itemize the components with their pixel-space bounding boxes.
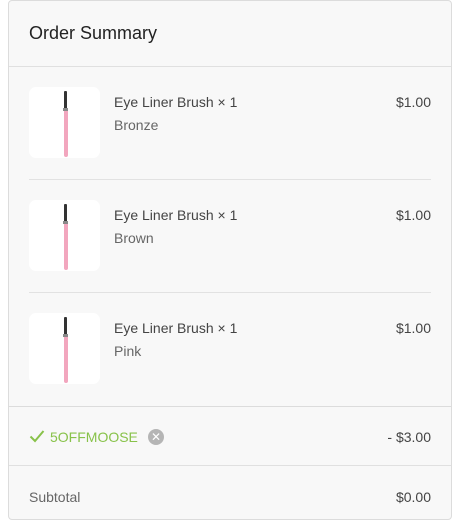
- item-title: Eye Liner Brush × 1: [114, 94, 237, 110]
- product-thumbnail: [29, 313, 100, 384]
- item-name: Eye Liner Brush: [114, 207, 214, 223]
- item-title: Eye Liner Brush × 1: [114, 320, 237, 336]
- subtotal-label: Subtotal: [29, 489, 81, 505]
- product-thumbnail: [29, 200, 100, 271]
- item-variant: Bronze: [114, 117, 159, 133]
- item-title: Eye Liner Brush × 1: [114, 207, 237, 223]
- line-item: Eye Liner Brush × 1 Bronze $1.00: [29, 67, 431, 180]
- order-summary-panel: Order Summary Eye Liner Brush × 1 Bronze…: [8, 0, 452, 520]
- item-price: $1.00: [395, 94, 431, 110]
- line-item: Eye Liner Brush × 1 Pink $1.00: [29, 293, 431, 406]
- check-icon: [29, 430, 45, 443]
- order-summary-title: Order Summary: [9, 1, 451, 67]
- item-name: Eye Liner Brush: [114, 94, 214, 110]
- line-item: Eye Liner Brush × 1 Brown $1.00: [29, 180, 431, 293]
- item-variant: Brown: [114, 230, 154, 246]
- item-quantity: × 1: [217, 207, 238, 223]
- item-variant: Pink: [114, 343, 142, 359]
- item-price: $1.00: [395, 320, 431, 336]
- subtotal-row: Subtotal $0.00: [9, 466, 451, 526]
- eyeliner-brush-icon: [63, 317, 68, 383]
- eyeliner-brush-icon: [63, 91, 68, 157]
- item-quantity: × 1: [217, 320, 238, 336]
- subtotal-value: $0.00: [395, 489, 431, 505]
- product-thumbnail: [29, 87, 100, 158]
- remove-discount-icon[interactable]: ✕: [148, 429, 164, 445]
- discount-row: 5OFFMOOSE ✕ - $3.00: [9, 406, 451, 466]
- discount-amount: - $3.00: [387, 429, 431, 445]
- discount-code: 5OFFMOOSE: [50, 429, 138, 445]
- item-price: $1.00: [395, 207, 431, 223]
- item-name: Eye Liner Brush: [114, 320, 214, 336]
- item-quantity: × 1: [217, 94, 238, 110]
- eyeliner-brush-icon: [63, 204, 68, 270]
- line-items-list: Eye Liner Brush × 1 Bronze $1.00 Eye Lin…: [9, 67, 451, 406]
